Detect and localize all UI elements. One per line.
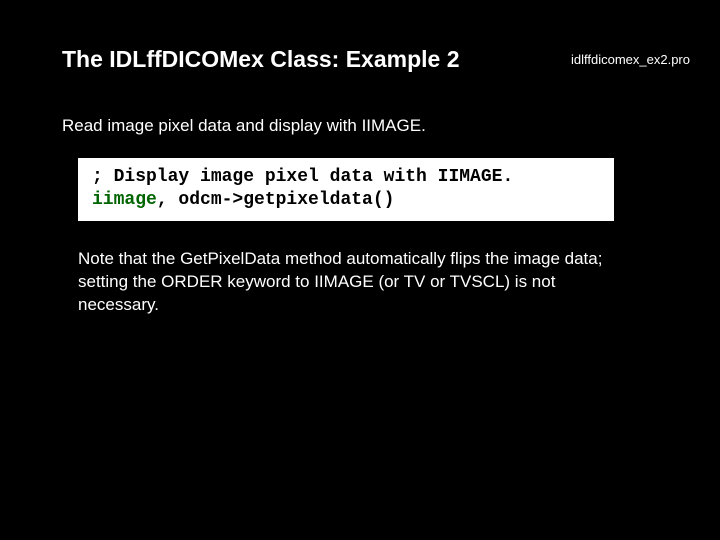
code-keyword: iimage xyxy=(92,190,157,210)
slide-title: The IDLffDICOMex Class: Example 2 xyxy=(62,46,460,73)
filename-label: idlffdicomex_ex2.pro xyxy=(571,52,690,67)
code-rest: , odcm->getpixeldata() xyxy=(157,190,395,210)
code-block: ; Display image pixel data with IIMAGE. … xyxy=(78,158,614,221)
intro-text: Read image pixel data and display with I… xyxy=(62,116,426,136)
note-text: Note that the GetPixelData method automa… xyxy=(78,248,618,317)
code-comment: ; Display image pixel data with IIMAGE. xyxy=(92,167,513,187)
slide-header: The IDLffDICOMex Class: Example 2 idlffd… xyxy=(62,46,690,73)
